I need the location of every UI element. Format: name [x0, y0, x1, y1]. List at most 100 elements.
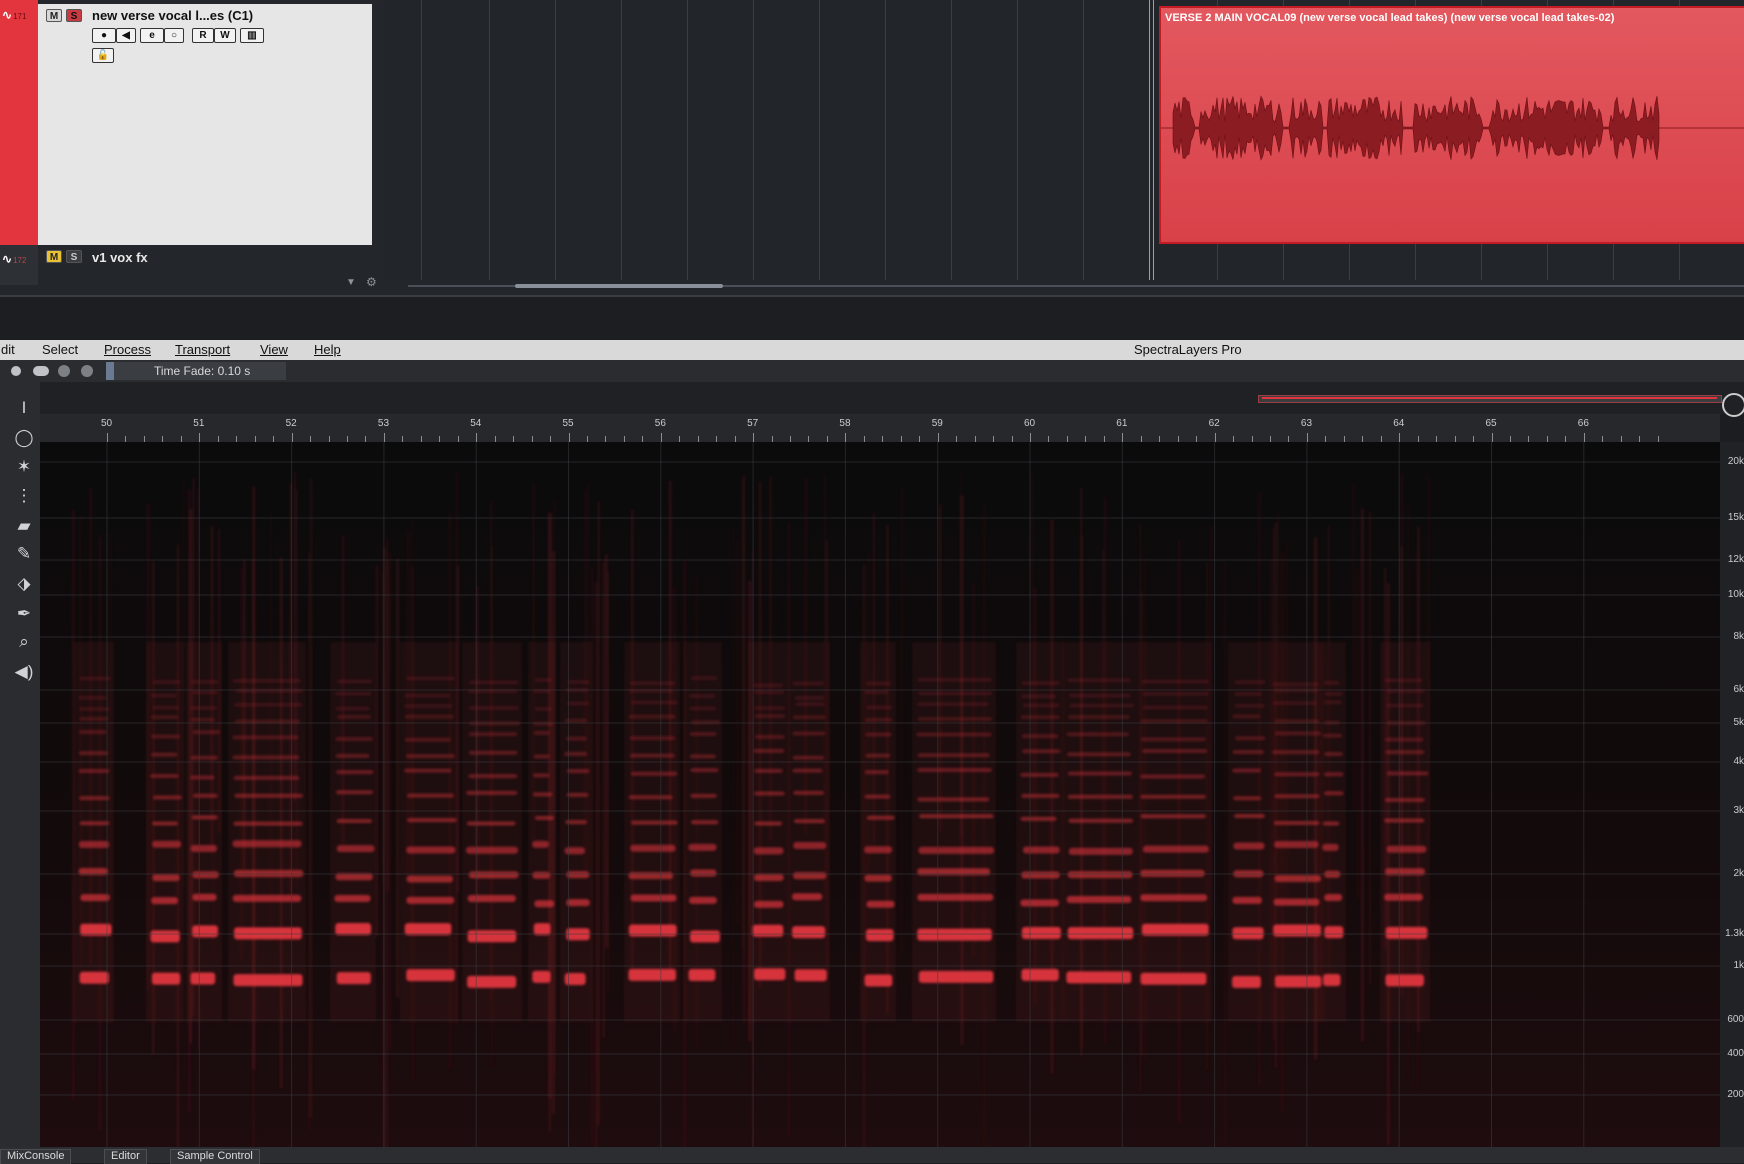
speaker-icon[interactable]: ◀): [12, 662, 36, 682]
ruler-tick: [660, 433, 662, 442]
frequency-label: 4k: [1733, 756, 1744, 767]
monitor-button[interactable]: ◀: [116, 28, 136, 43]
harmonic-band: [234, 793, 304, 798]
magic-wand-icon[interactable]: ✶: [12, 457, 36, 477]
read-automation-button[interactable]: R: [192, 28, 214, 43]
gear-icon[interactable]: ⚙: [366, 275, 377, 289]
track-color-strip[interactable]: [0, 0, 38, 245]
harmonic-band: [334, 894, 371, 902]
frequency-label: 8k: [1733, 631, 1744, 642]
harmonic-band: [1020, 816, 1057, 821]
harmonic-band: [1232, 714, 1261, 719]
harmonic-band: [1273, 820, 1320, 825]
harmonic-band: [78, 840, 110, 848]
shape-circle-icon[interactable]: [11, 366, 21, 376]
menu-view[interactable]: View: [260, 342, 288, 357]
tab-editor[interactable]: Editor: [104, 1149, 147, 1164]
harmonic-band: [404, 737, 452, 742]
tab-mixconsole[interactable]: MixConsole: [0, 1149, 72, 1164]
time-ruler[interactable]: 50 51 52 53 54 55 56 57 58 59 60 61 62 63 64 65 66: [40, 414, 1720, 442]
lasso-icon[interactable]: ◯: [12, 428, 36, 448]
lower-zone-tabs: MixConsole Editor Sample Control: [0, 1147, 1744, 1164]
track-name[interactable]: new verse vocal l...es (C1): [92, 8, 253, 23]
audio-event[interactable]: VERSE 2 MAIN VOCAL09 (new verse vocal le…: [1159, 6, 1744, 244]
time-fade-field[interactable]: Time Fade: 0.10 s: [106, 362, 286, 380]
harmonic-band: [1020, 899, 1059, 907]
zoom-icon[interactable]: ⌕: [12, 632, 36, 652]
harmonic-band: [918, 970, 994, 983]
solo-button[interactable]: S: [66, 250, 82, 263]
edit-channel-button[interactable]: e: [140, 28, 164, 43]
harmonic-band: [1273, 898, 1320, 906]
record-enable-button[interactable]: ●: [92, 28, 116, 43]
app-title: SpectraLayers Pro: [1134, 342, 1242, 357]
voiced-region: [1062, 642, 1136, 1022]
eraser-icon[interactable]: ▰: [12, 516, 36, 536]
harmonic-band: [335, 923, 372, 936]
track-name[interactable]: v1 vox fx: [92, 250, 148, 265]
menu-transport[interactable]: Transport: [175, 342, 230, 357]
menu-select[interactable]: Select: [42, 342, 78, 357]
zoom-knob[interactable]: [1722, 393, 1744, 417]
harmonic-band: [533, 923, 551, 936]
menu-help[interactable]: Help: [314, 342, 341, 357]
harmonic-band: [1021, 871, 1060, 879]
chevron-down-icon[interactable]: ▼: [346, 277, 356, 288]
cycle-marker[interactable]: [1149, 0, 1150, 280]
ruler-label: 57: [747, 418, 759, 429]
harmonic-band: [406, 875, 453, 883]
horizontal-scroll-thumb[interactable]: [515, 284, 723, 288]
frequency-label: 200: [1727, 1089, 1744, 1100]
harmonic-band: [1274, 794, 1320, 799]
time-select-icon[interactable]: ⋮: [12, 486, 36, 506]
automation-button[interactable]: ○: [164, 28, 184, 43]
harmonic-band: [753, 968, 786, 981]
harmonic-band: [865, 681, 892, 686]
harmonic-band: [793, 872, 827, 880]
cycle-marker[interactable]: [1153, 0, 1154, 280]
harmonic-band: [754, 734, 785, 739]
mute-button[interactable]: M: [46, 9, 62, 22]
bar-gridline: [885, 0, 886, 280]
harmonic-band: [1067, 794, 1134, 799]
harmonic-band: [404, 923, 452, 936]
lanes-button[interactable]: ▥: [240, 28, 264, 43]
write-automation-button[interactable]: W: [214, 28, 236, 43]
harmonic-band: [533, 721, 554, 726]
harmonic-band: [79, 716, 109, 721]
shape-eye-icon[interactable]: [81, 365, 93, 377]
harmonic-band: [79, 971, 109, 984]
solo-button[interactable]: S: [66, 9, 82, 22]
brush-icon[interactable]: ✎: [12, 544, 36, 564]
harmonic-band: [1022, 846, 1060, 854]
tab-sample-control[interactable]: Sample Control: [170, 1149, 260, 1164]
harmonic-band: [234, 688, 304, 693]
spectrogram[interactable]: [40, 442, 1720, 1147]
menu-process[interactable]: Process: [104, 342, 151, 357]
bar-gridline: [1083, 0, 1084, 280]
harmonic-band: [406, 896, 455, 904]
menu-edit[interactable]: dit: [1, 342, 15, 357]
harmonic-band: [190, 972, 216, 985]
shape-ellipse-icon[interactable]: [33, 366, 49, 376]
harmonic-band: [1232, 768, 1262, 773]
harmonic-band: [1068, 818, 1134, 823]
ruler-tick: [199, 433, 201, 442]
dropper-icon[interactable]: ✒: [12, 604, 36, 624]
mute-button[interactable]: M: [46, 250, 62, 263]
lock-button[interactable]: 🔓: [92, 48, 114, 63]
clone-icon[interactable]: ⬗: [12, 574, 36, 594]
frequency-label: 3k: [1733, 805, 1744, 816]
harmonic-band: [151, 821, 179, 826]
harmonic-band: [1324, 893, 1343, 901]
shape-soft-icon[interactable]: [58, 365, 70, 377]
harmonic-band: [864, 690, 889, 695]
harmonic-band: [150, 774, 179, 779]
harmonic-band: [468, 774, 518, 779]
ruler-label: 64: [1393, 418, 1405, 429]
track-header[interactable]: M S new verse vocal l...es (C1) ● ◀ e ○ …: [38, 4, 372, 245]
harmonic-band: [1274, 772, 1320, 777]
harmonic-band: [864, 874, 892, 882]
select-icon[interactable]: I: [12, 398, 36, 418]
harmonic-band: [916, 702, 990, 707]
